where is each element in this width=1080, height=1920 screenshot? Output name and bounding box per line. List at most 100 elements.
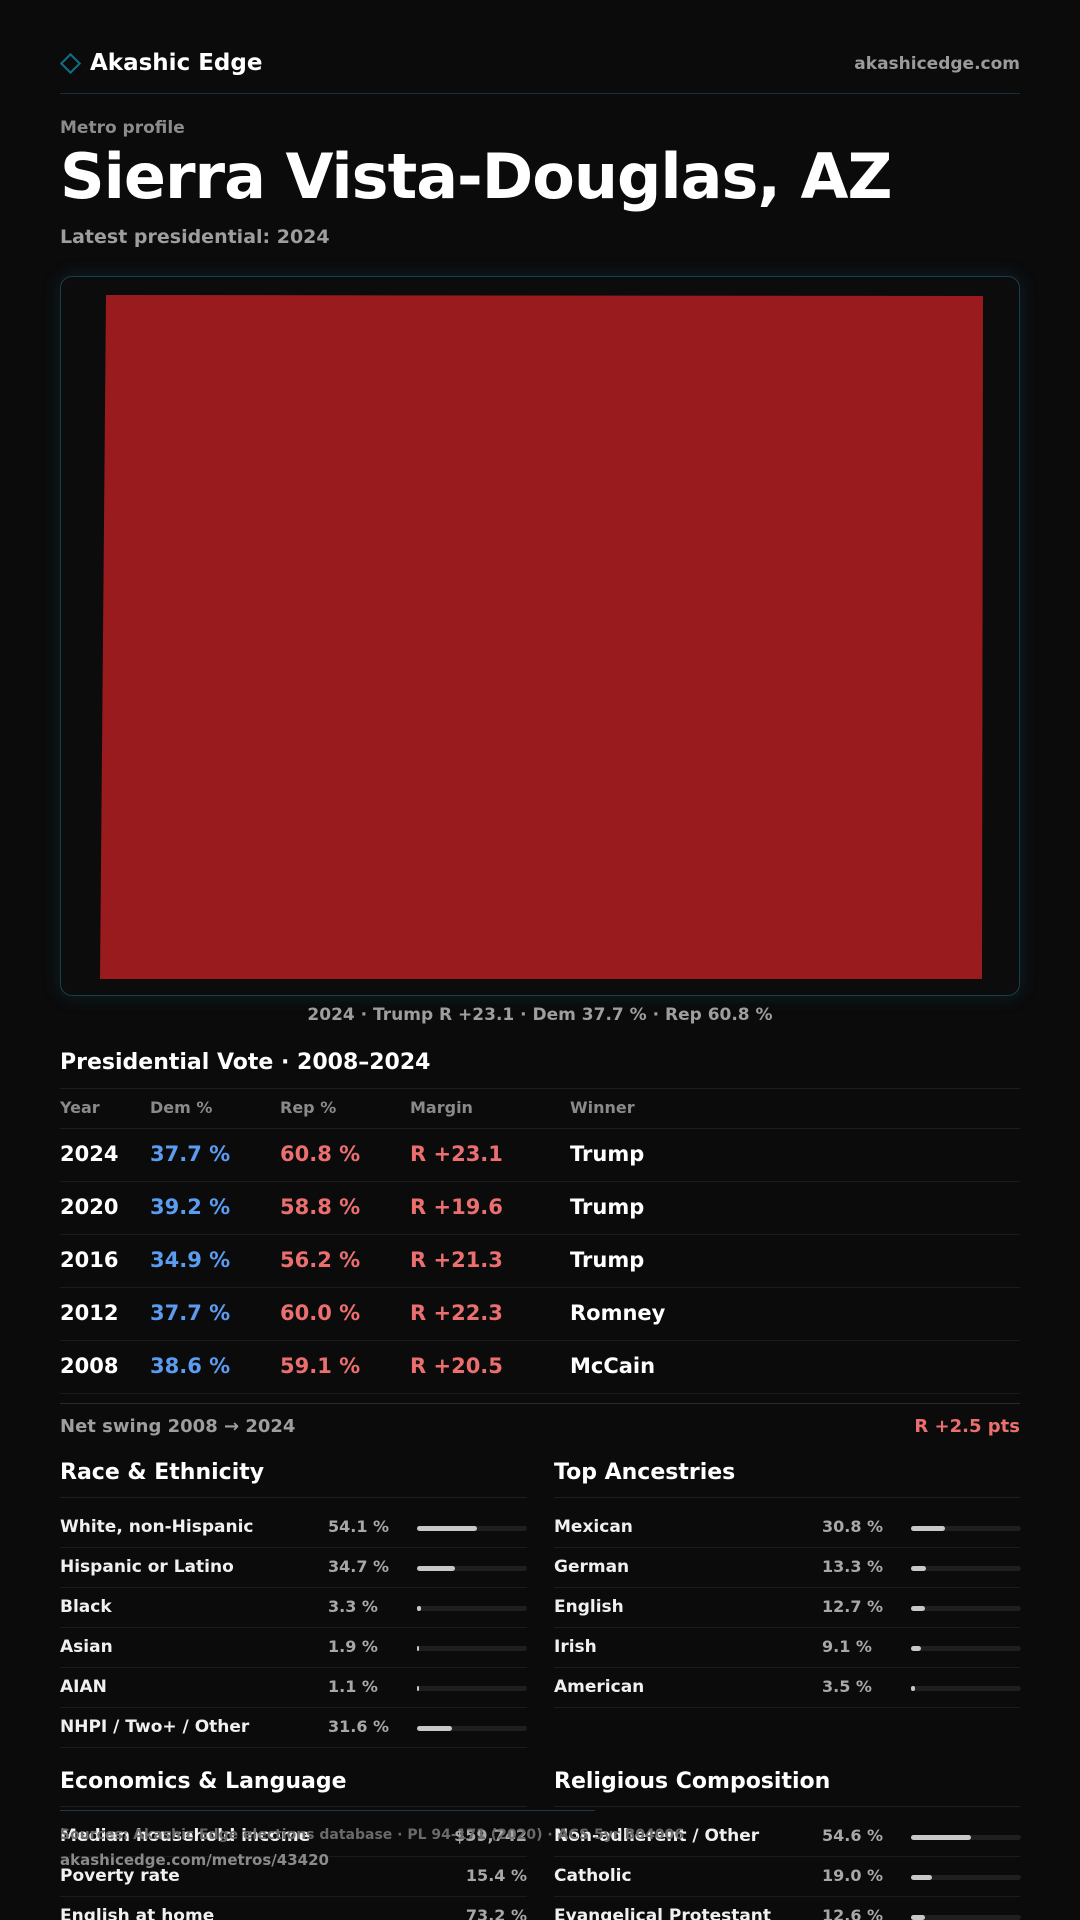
stat-label: Black: [60, 1597, 112, 1617]
stat-label: AIAN: [60, 1677, 107, 1697]
stat-label: Mexican: [554, 1517, 633, 1537]
rep-cell: 59.1 %: [280, 1354, 361, 1378]
bar-track: [911, 1875, 1021, 1880]
dem-cell: 38.6 %: [150, 1354, 231, 1378]
metro-map[interactable]: [60, 276, 1020, 996]
divider: [554, 1497, 1020, 1498]
stat-value: 19.0 %: [822, 1866, 884, 1885]
page-subtitle: Latest presidential: 2024: [60, 226, 330, 248]
stat-label: English: [554, 1597, 624, 1617]
col-margin: Margin: [410, 1098, 473, 1117]
stat-value: 13.3 %: [822, 1557, 884, 1576]
stat-label: German: [554, 1557, 630, 1577]
table-row: 2020 39.2 % 58.8 % R +19.6 Trump: [60, 1182, 1020, 1235]
site-link[interactable]: akashicedge.com: [854, 54, 1020, 74]
winner-cell: Romney: [570, 1301, 666, 1325]
year-cell: 2008: [60, 1354, 119, 1378]
rep-cell: 60.8 %: [280, 1142, 361, 1166]
brand-name: Akashic Edge: [90, 50, 263, 76]
col-winner: Winner: [570, 1098, 635, 1117]
year-cell: 2016: [60, 1248, 119, 1272]
list-item: American 3.5 %: [554, 1668, 1021, 1708]
dem-cell: 34.9 %: [150, 1248, 231, 1272]
list-item: Catholic 19.0 %: [554, 1857, 1021, 1897]
divider: [60, 1497, 527, 1498]
bar-track: [417, 1686, 527, 1691]
table-row: 2008 38.6 % 59.1 % R +20.5 McCain: [60, 1341, 1020, 1394]
stat-label: English at home: [60, 1906, 215, 1920]
stat-value: 30.8 %: [822, 1517, 884, 1536]
list-item: German 13.3 %: [554, 1548, 1021, 1588]
margin-cell: R +23.1: [410, 1142, 503, 1166]
footer: Sources: Akashic Edge elections database…: [60, 1810, 684, 1870]
divider: [60, 1088, 1020, 1089]
margin-cell: R +19.6: [410, 1195, 503, 1219]
stat-value: 31.6 %: [328, 1717, 390, 1736]
bar-track: [417, 1566, 527, 1571]
list-item: English 12.7 %: [554, 1588, 1021, 1628]
rep-cell: 56.2 %: [280, 1248, 361, 1272]
stat-label: NHPI / Two+ / Other: [60, 1717, 250, 1737]
top-ancestries-title: Top Ancestries: [554, 1460, 736, 1485]
stat-value: 54.6 %: [822, 1826, 884, 1845]
bar-track: [911, 1566, 1021, 1571]
bar-fill: [417, 1526, 477, 1531]
footer-sources: Sources: Akashic Edge elections database…: [60, 1827, 684, 1843]
winner-cell: Trump: [570, 1195, 645, 1219]
bar-fill: [911, 1606, 925, 1611]
eyebrow-label: Metro profile: [60, 118, 185, 138]
list-item: AIAN 1.1 %: [60, 1668, 527, 1708]
stat-label: Hispanic or Latino: [60, 1557, 234, 1577]
metro-profile-page: Akashic Edge akashicedge.com Metro profi…: [59, 0, 1021, 1920]
bar-track: [911, 1646, 1021, 1651]
stat-label: Asian: [60, 1637, 113, 1657]
winner-cell: Trump: [570, 1248, 645, 1272]
bar-fill: [417, 1566, 456, 1571]
bar-track: [911, 1915, 1021, 1920]
footer-url[interactable]: akashicedge.com/metros/43420: [60, 1851, 329, 1869]
divider: [60, 1806, 527, 1807]
bar-fill: [911, 1566, 926, 1571]
stat-value: 1.9 %: [328, 1637, 378, 1656]
race-ethnicity-title: Race & Ethnicity: [60, 1460, 265, 1485]
list-item: White, non-Hispanic 54.1 %: [60, 1508, 527, 1548]
year-cell: 2024: [60, 1142, 119, 1166]
diamond-icon: [59, 52, 82, 74]
stat-value: 54.1 %: [328, 1517, 390, 1536]
col-dem: Dem %: [150, 1098, 213, 1117]
bar-fill: [417, 1646, 420, 1651]
stat-label: Irish: [554, 1637, 597, 1657]
stat-value: 3.3 %: [328, 1597, 378, 1616]
year-cell: 2020: [60, 1195, 119, 1219]
col-rep: Rep %: [280, 1098, 337, 1117]
stat-label: Evangelical Protestant: [554, 1906, 772, 1920]
stat-value: 9.1 %: [822, 1637, 872, 1656]
bar-track: [417, 1726, 527, 1731]
list-item: NHPI / Two+ / Other 31.6 %: [60, 1708, 527, 1748]
list-item: Hispanic or Latino 34.7 %: [60, 1548, 527, 1588]
bar-fill: [911, 1875, 932, 1880]
col-year: Year: [60, 1098, 100, 1117]
list-item: Mexican 30.8 %: [554, 1508, 1021, 1548]
bar-track: [417, 1606, 527, 1611]
bar-track: [417, 1526, 527, 1531]
rep-cell: 58.8 %: [280, 1195, 361, 1219]
stat-value: 73.2 %: [465, 1906, 527, 1920]
list-item: Black 3.3 %: [60, 1588, 527, 1628]
margin-cell: R +22.3: [410, 1301, 503, 1325]
brand[interactable]: Akashic Edge: [59, 50, 263, 76]
stat-value: 3.5 %: [822, 1677, 872, 1696]
margin-cell: R +21.3: [410, 1248, 503, 1272]
bar-fill: [911, 1915, 925, 1920]
winner-cell: Trump: [570, 1142, 645, 1166]
stat-value: 12.6 %: [822, 1906, 884, 1920]
margin-cell: R +20.5: [410, 1354, 503, 1378]
list-item: Asian 1.9 %: [60, 1628, 527, 1668]
bar-track: [911, 1526, 1021, 1531]
net-swing-label: Net swing 2008 → 2024: [60, 1416, 296, 1437]
year-cell: 2012: [60, 1301, 119, 1325]
bar-fill: [417, 1726, 452, 1731]
dem-cell: 37.7 %: [150, 1301, 231, 1325]
bar-fill: [911, 1646, 921, 1651]
bar-fill: [417, 1686, 420, 1691]
